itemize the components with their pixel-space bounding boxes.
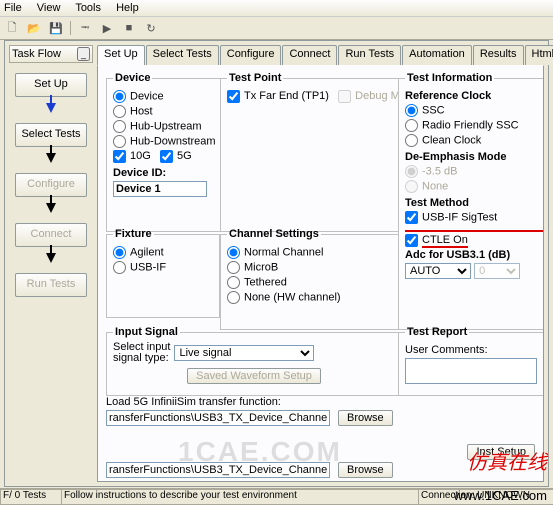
browse-1-button[interactable]: Browse [338, 410, 393, 426]
flow-setup-button[interactable]: Set Up [15, 73, 87, 97]
transfer-path-2-input[interactable] [106, 462, 330, 478]
tab-strip: Set Up Select Tests Configure Connect Ru… [97, 45, 544, 66]
adc-value-select[interactable]: 0 [474, 263, 520, 279]
tab-results[interactable]: Results [473, 45, 524, 65]
none-radio[interactable]: None [405, 180, 543, 193]
n35-radio[interactable]: -3.5 dB [405, 165, 543, 178]
tab-html[interactable]: Html Report [525, 45, 553, 65]
taskflow-header: Task Flow _ [9, 45, 93, 63]
fixture-radio-usbif[interactable]: USB-IF [113, 261, 213, 274]
tab-select[interactable]: Select Tests [146, 45, 219, 65]
sigtest-check[interactable]: USB-IF SigTest [405, 211, 543, 224]
transfer-load-label: Load 5G InfiniiSim transfer function: [106, 396, 535, 408]
menu-view[interactable]: View [37, 2, 61, 14]
taskflow-title: Task Flow [12, 48, 61, 60]
deemph-label: De-Emphasis Mode [405, 151, 506, 163]
testinfo-legend: Test Information [405, 72, 494, 84]
arrow-down-icon [46, 203, 56, 213]
stop-icon[interactable]: ■ [121, 20, 137, 36]
tab-configure[interactable]: Configure [220, 45, 282, 65]
tab-run[interactable]: Run Tests [338, 45, 401, 65]
status-conn: Connection: UNKNOWN [418, 489, 553, 505]
device-id-input[interactable] [113, 181, 207, 197]
comments-label: User Comments: [405, 344, 543, 356]
testinfo-group: Test Information Reference Clock SSC Rad… [398, 72, 544, 330]
testpoint-legend: Test Point [227, 72, 283, 84]
adc-label: Adc for USB3.1 (dB) [405, 249, 510, 261]
flow-configure-button[interactable]: Configure [15, 173, 87, 197]
refclock-label: Reference Clock [405, 90, 491, 102]
menubar: File View Tools Help [0, 0, 553, 17]
taskflow-panel: Task Flow _ Set Up Select Tests Configur… [9, 45, 93, 482]
tp1-check[interactable]: Tx Far End (TP1) [227, 90, 329, 102]
tab-setup[interactable]: Set Up [97, 45, 145, 65]
clean-radio[interactable]: Clean Clock [405, 134, 543, 147]
channel-radio-tethered[interactable]: Tethered [227, 276, 395, 289]
inst-setup-button[interactable]: Inst Setup [467, 444, 535, 460]
tab-body: 1CAE.COM 1CAE.COM Device Device Host Hub… [97, 65, 544, 482]
arrow-down-icon [46, 103, 56, 113]
menu-file[interactable]: File [4, 2, 22, 14]
tab-automation[interactable]: Automation [402, 45, 472, 65]
device-radio-hubup[interactable]: Hub-Upstream [113, 120, 216, 133]
channel-radio-normal[interactable]: Normal Channel [227, 246, 395, 259]
menu-tools[interactable]: Tools [75, 2, 101, 14]
status-msg: Follow instructions to describe your tes… [61, 489, 419, 505]
rfssc-radio[interactable]: Radio Friendly SSC [405, 119, 543, 132]
tabs-area: Set Up Select Tests Configure Connect Ru… [97, 45, 544, 482]
main-panel: Task Flow _ Set Up Select Tests Configur… [4, 40, 549, 487]
report-group: Test Report User Comments: [398, 326, 544, 396]
open-icon[interactable]: 📂 [26, 20, 42, 36]
device-id-label: Device ID: [113, 167, 166, 179]
device-radio-hubdown[interactable]: Hub-Downstream [113, 135, 216, 148]
refresh-icon[interactable]: ↻ [143, 20, 159, 36]
device-radio-device[interactable]: Device [113, 90, 216, 103]
arrow-down-icon [46, 153, 56, 163]
transfer-area: Load 5G InfiniiSim transfer function: Br… [106, 394, 535, 478]
channel-radio-none[interactable]: None (HW channel) [227, 291, 395, 304]
fixture-legend: Fixture [113, 228, 154, 240]
new-icon[interactable]: 🗋 [4, 20, 20, 36]
fixture-radio-agilent[interactable]: Agilent [113, 246, 213, 259]
ssc-radio[interactable]: SSC [405, 104, 543, 117]
input-signal-select[interactable]: Live signal [174, 345, 314, 361]
comments-textarea[interactable] [405, 358, 537, 384]
adc-auto-select[interactable]: AUTO [405, 263, 471, 279]
browse-2-button[interactable]: Browse [338, 462, 393, 478]
testpoint-group: Test Point Tx Far End (TP1) Debug Mode [220, 72, 425, 232]
input-label: Select input signal type: [113, 342, 170, 364]
taskflow-collapse-button[interactable]: _ [77, 47, 90, 61]
play-icon[interactable]: ▶ [99, 20, 115, 36]
input-group: Input Signal Select input signal type: L… [106, 326, 402, 396]
device-radio-host[interactable]: Host [113, 105, 216, 118]
method-label: Test Method [405, 197, 469, 209]
fixture-group: Fixture Agilent USB-IF [106, 228, 220, 318]
transfer-path-1-input[interactable] [106, 410, 330, 426]
report-legend: Test Report [405, 326, 469, 338]
flow-connect-button[interactable]: Connect [15, 223, 87, 247]
saved-waveform-button[interactable]: Saved Waveform Setup [187, 368, 321, 384]
arrow-down-icon [46, 253, 56, 263]
ctle-check[interactable]: CTLE On [405, 234, 543, 247]
channel-radio-microb[interactable]: MicroB [227, 261, 395, 274]
input-legend: Input Signal [113, 326, 180, 338]
toolbar: 🗋 📂 💾 ⭲ ▶ ■ ↻ [0, 17, 553, 40]
channel-legend: Channel Settings [227, 228, 321, 240]
save-icon[interactable]: 💾 [48, 20, 64, 36]
statusbar: F/ 0 Tests Follow instructions to descri… [0, 488, 553, 505]
step-icon[interactable]: ⭲ [77, 20, 93, 36]
device-check-10g[interactable]: 10G [113, 150, 151, 162]
device-group: Device Device Host Hub-Upstream Hub-Down… [106, 72, 223, 232]
flow-run-button[interactable]: Run Tests [15, 273, 87, 297]
device-legend: Device [113, 72, 152, 84]
flow-select-button[interactable]: Select Tests [15, 123, 87, 147]
tab-connect[interactable]: Connect [282, 45, 337, 65]
device-check-5g[interactable]: 5G [160, 150, 192, 162]
menu-help[interactable]: Help [116, 2, 139, 14]
channel-group: Channel Settings Normal Channel MicroB T… [220, 228, 402, 330]
status-tests: F/ 0 Tests [0, 489, 62, 505]
